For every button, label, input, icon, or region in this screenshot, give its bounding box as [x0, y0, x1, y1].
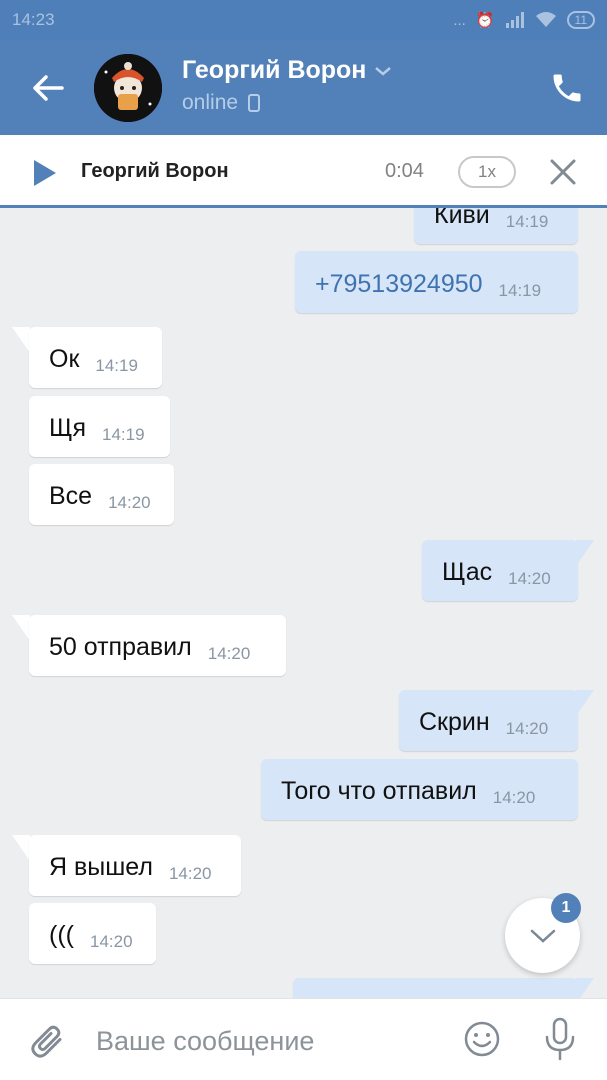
message-bubble-outgoing[interactable]: +79513924950 14:19 [295, 251, 578, 313]
status-icons: ... ⏰ 11 [453, 11, 595, 29]
message-time: 14:19 [498, 281, 542, 300]
avatar[interactable] [94, 54, 162, 122]
message-bubble-incoming[interactable]: Я вышел 14:20 [29, 835, 241, 896]
paperclip-icon[interactable] [30, 1021, 66, 1061]
message-text: Щас [442, 558, 493, 586]
playback-speed-button[interactable]: 1x [458, 156, 516, 188]
message-bubble-incoming[interactable]: ((( 14:20 [29, 903, 156, 964]
audio-player-bar: Георгий Ворон 0:04 1x [0, 135, 607, 208]
chevron-down-icon [530, 929, 555, 943]
message-text: ((( [49, 921, 74, 949]
message-bubble-incoming[interactable]: Ок 14:19 [29, 327, 162, 388]
message-time: 14:20 [108, 493, 151, 512]
message-text: Ок [49, 345, 80, 373]
back-arrow-icon [33, 74, 64, 101]
audio-elapsed-time: 0:04 [385, 160, 424, 182]
status-time: 14:23 [12, 10, 55, 29]
message-time: 14:20 [492, 788, 536, 807]
chat-header: Георгий Ворон online [0, 40, 607, 135]
message-text: Я вышел [49, 853, 153, 881]
message-time: 14:20 [168, 864, 212, 883]
microphone-icon[interactable] [543, 1017, 577, 1061]
message-time: 14:20 [207, 644, 251, 663]
presence-status: online [182, 91, 239, 114]
bubble-tail [576, 540, 594, 566]
message-time: 14:20 [89, 932, 133, 951]
play-icon[interactable] [32, 159, 58, 187]
phone-number-link[interactable]: +79513924950 [315, 272, 483, 297]
contact-name: Георгий Ворон [182, 56, 367, 84]
message-text: Того что отпавил [281, 777, 477, 805]
alarm-icon: ⏰ [475, 12, 495, 29]
bubble-tail [576, 978, 594, 998]
more-dots-icon: ... [453, 11, 466, 29]
message-bubble-incoming[interactable]: 50 отправил 14:20 [29, 615, 286, 676]
emoji-icon[interactable] [463, 1020, 501, 1058]
message-text: Киви [434, 208, 490, 229]
message-bubble-outgoing-partial[interactable] [293, 978, 578, 998]
message-bubble-outgoing[interactable]: Того что отпавил 14:20 [261, 759, 578, 820]
wifi-icon [535, 12, 556, 27]
message-bubble-incoming[interactable]: Все 14:20 [29, 464, 174, 525]
bubble-tail [12, 327, 30, 353]
battery-icon: 11 [566, 11, 595, 29]
mobile-device-icon [248, 94, 261, 112]
phone-call-icon[interactable] [549, 70, 585, 106]
message-text: Щя [49, 414, 86, 442]
message-text: Скрин [419, 708, 490, 736]
message-bubble-incoming[interactable]: Щя 14:19 [29, 396, 170, 457]
message-bubble-outgoing[interactable]: Скрин 14:20 [399, 690, 578, 751]
bubble-tail [12, 615, 30, 641]
audio-track-name: Георгий Ворон [81, 160, 229, 182]
signal-icon [505, 12, 524, 28]
message-list[interactable]: Киви 14:19 +79513924950 14:19 Ок 14:19 Щ… [0, 208, 607, 998]
message-input[interactable] [96, 1025, 436, 1057]
message-bubble-outgoing[interactable]: Киви 14:19 [414, 208, 578, 244]
message-time: 14:20 [505, 719, 549, 738]
close-icon[interactable] [549, 158, 577, 186]
message-time: 14:19 [505, 212, 549, 231]
chevron-down-icon [375, 66, 392, 76]
bubble-tail [576, 690, 594, 716]
unread-count-badge: 1 [551, 893, 581, 923]
message-time: 14:19 [95, 356, 138, 375]
message-composer [0, 998, 607, 1080]
message-bubble-outgoing[interactable]: Щас 14:20 [422, 540, 578, 601]
message-time: 14:20 [508, 569, 551, 588]
contact-info[interactable]: Георгий Ворон online [182, 56, 392, 115]
bubble-tail [12, 835, 30, 861]
avatar-image [94, 54, 162, 122]
message-text: Все [49, 482, 93, 510]
status-bar: 14:23 ... ⏰ 11 [0, 0, 607, 40]
back-button[interactable] [0, 40, 96, 135]
message-time: 14:19 [101, 425, 145, 444]
message-text: 50 отправил [49, 633, 192, 661]
